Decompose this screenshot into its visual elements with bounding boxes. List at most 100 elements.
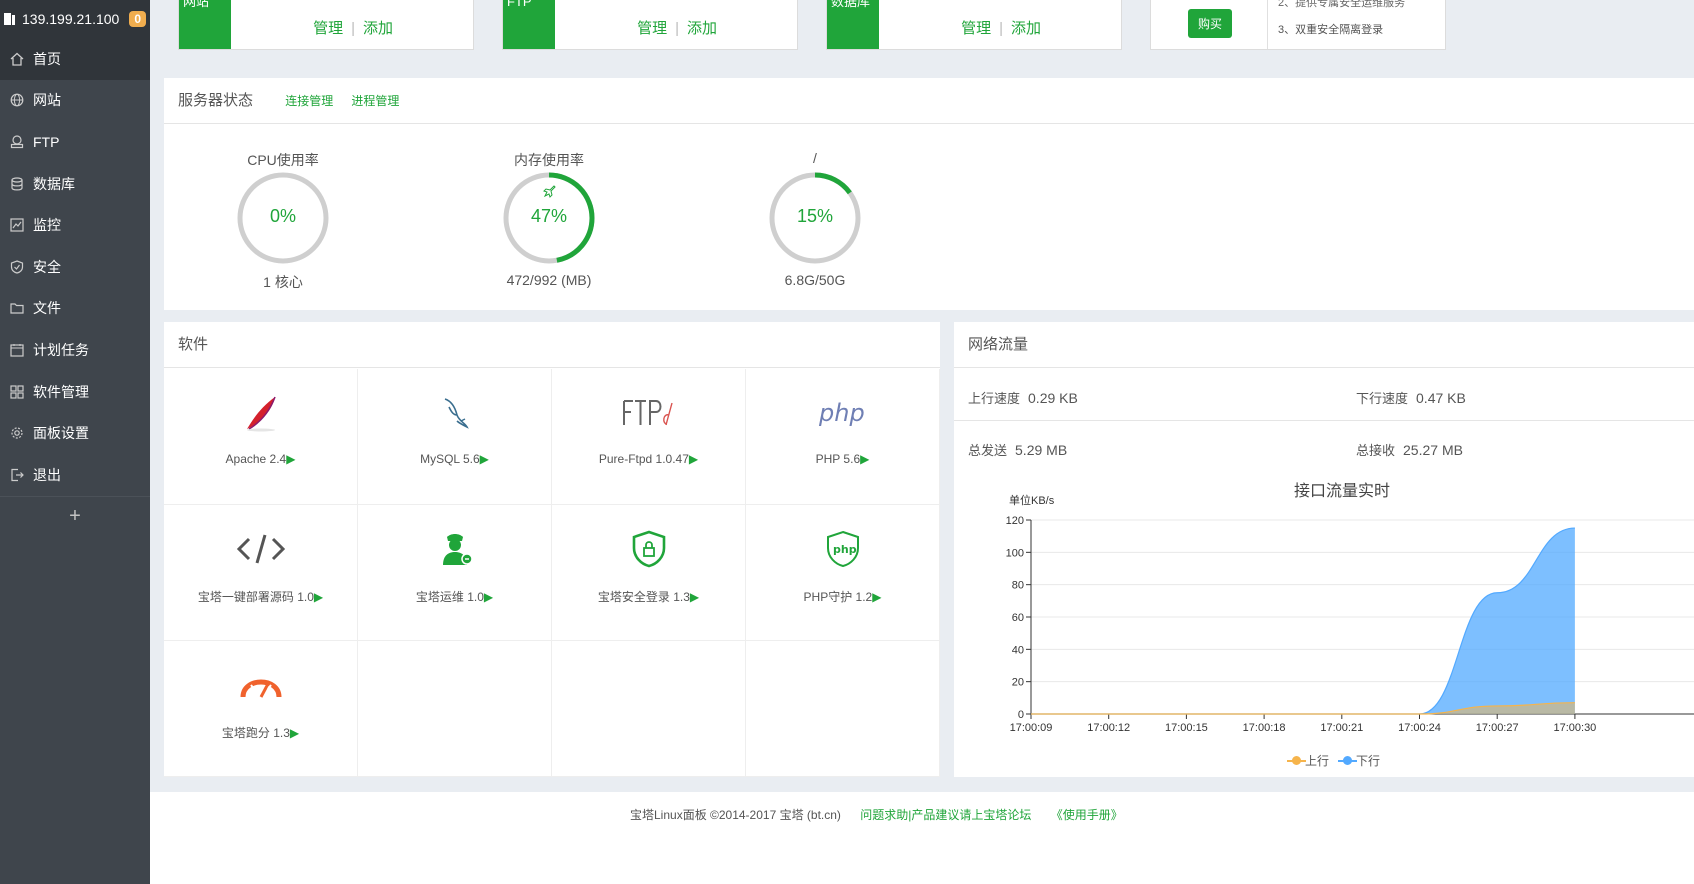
manage-link[interactable]: 管理 — [313, 20, 343, 37]
sidebar-item-files[interactable]: 文件 — [0, 288, 150, 330]
legend-item-down[interactable]: 下行 — [1338, 752, 1380, 769]
globe-icon — [10, 93, 24, 107]
copyright-text: 宝塔Linux面板 ©2014-2017 宝塔 (bt.cn) — [630, 808, 841, 822]
manage-link[interactable]: 管理 — [637, 20, 667, 37]
software-item[interactable]: Pure-Ftpd 1.0.47▶ — [552, 369, 746, 505]
play-arrow-icon: ▶ — [286, 452, 296, 466]
download-speed: 下行速度 0.47 KB — [1356, 388, 1466, 407]
apache-feather-icon — [246, 396, 276, 432]
disk-gauge[interactable]: / 15% 6.8G/50G — [745, 150, 885, 288]
php-logo-icon: php — [818, 399, 865, 427]
rocket-icon[interactable] — [543, 185, 556, 198]
forum-link[interactable]: 问题求助|产品建议请上宝塔论坛 — [860, 808, 1031, 822]
x-tick-label: 17:00:30 — [1553, 722, 1596, 734]
empty-slot — [746, 641, 940, 777]
sidebar-add-button[interactable]: + — [0, 495, 150, 536]
svg-text:php: php — [833, 543, 857, 556]
sidebar-item-software[interactable]: 软件管理 — [0, 371, 150, 413]
add-link[interactable]: 添加 — [363, 20, 393, 37]
software-item[interactable]: php PHP守护 1.2▶ — [746, 505, 940, 641]
software-item[interactable]: Apache 2.4▶ — [164, 369, 358, 505]
calendar-icon — [10, 343, 24, 357]
operator-icon — [442, 534, 473, 565]
software-item[interactable]: 宝塔跑分 1.3▶ — [164, 641, 358, 777]
add-link[interactable]: 添加 — [1011, 20, 1041, 37]
panel-title: 软件 — [164, 322, 940, 368]
divider — [954, 420, 1694, 421]
buy-button[interactable]: 购买 — [1188, 9, 1233, 38]
sidebar-item-label: 文件 — [33, 300, 61, 317]
overview-cards: 网站 管理 | 添加 FTP 管理 | 添加 数据库 管理 | 添加 购买 2、提供专属安全… — [164, 0, 1694, 64]
process-manage-link[interactable]: 进程管理 — [351, 94, 399, 108]
software-item[interactable]: php PHP 5.6▶ — [746, 369, 940, 505]
gauge-value: 15% — [796, 206, 834, 226]
y-tick-label: 20 — [1012, 677, 1024, 689]
sidebar-item-label: 监控 — [33, 217, 61, 234]
sidebar-item-label: 软件管理 — [33, 383, 89, 400]
sidebar-item-logout[interactable]: 退出 — [0, 454, 150, 496]
card-label: FTP — [503, 0, 555, 49]
promo-card: 购买 2、提供专属安全运维服务 3、双重安全隔离登录 — [1150, 0, 1446, 50]
cpu-gauge[interactable]: CPU使用率 0% 1 核心 — [213, 150, 353, 292]
network-panel: 网络流量 上行速度 0.29 KB 下行速度 0.47 KB 总发送 5.29 MB … — [954, 322, 1694, 777]
ftp-icon — [10, 135, 24, 149]
y-tick-label: 60 — [1012, 612, 1024, 624]
panel-header: 服务器状态 连接管理 进程管理 — [164, 78, 1694, 124]
divider — [1267, 0, 1268, 49]
memory-gauge[interactable]: 内存使用率 47% 472/992 (MB) — [479, 150, 619, 288]
y-tick-label: 120 — [1006, 515, 1024, 527]
x-tick-label: 17:00:12 — [1087, 722, 1130, 734]
notification-badge[interactable]: 0 — [129, 11, 147, 27]
grid-icon — [10, 384, 24, 399]
sidebar-item-database[interactable]: 数据库 — [0, 163, 150, 205]
sidebar-item-security[interactable]: 安全 — [0, 246, 150, 288]
gauge-value: 47% — [530, 206, 568, 226]
upload-speed: 上行速度 0.29 KB — [968, 388, 1078, 407]
stat-value: 0.47 KB — [1416, 390, 1466, 406]
traffic-chart: 单位KB/s 0 20 40 60 80 100 120 17:00:09 17:00:12 17:… — [1006, 493, 1694, 734]
software-item[interactable]: MySQL 5.6▶ — [358, 369, 552, 505]
mysql-dolphin-icon — [444, 398, 469, 429]
server-ip: 139.199.21.100 — [22, 11, 120, 27]
sidebar-item-cron[interactable]: 计划任务 — [0, 329, 150, 371]
svg-text:php: php — [818, 399, 865, 427]
manage-link[interactable]: 管理 — [961, 20, 991, 37]
sidebar-item-label: 面板设置 — [33, 425, 89, 442]
server-status-panel: 服务器状态 连接管理 进程管理 CPU使用率 0% 1 核心 内存使用率 47%… — [164, 78, 1694, 310]
home-icon — [10, 52, 24, 66]
sidebar-item-ftp[interactable]: FTP — [0, 121, 150, 163]
software-name: Apache 2.4 — [225, 452, 287, 466]
legend-marker — [1338, 756, 1358, 765]
sidebar-item-home[interactable]: 首页 — [0, 38, 150, 80]
promo-line: 3、双重安全隔离登录 — [1278, 24, 1384, 36]
software-name: PHP守护 1.2 — [803, 590, 873, 604]
y-tick-label: 80 — [1012, 580, 1024, 592]
software-name: MySQL 5.6 — [420, 452, 480, 466]
total-received: 总接收 25.27 MB — [1356, 440, 1463, 459]
play-arrow-icon: ▶ — [689, 590, 700, 604]
overview-card-database: 数据库 管理 | 添加 — [826, 0, 1122, 50]
panel-title: 网络流量 — [954, 322, 1694, 368]
sidebar-item-website[interactable]: 网站 — [0, 80, 150, 122]
stat-value: 5.29 MB — [1015, 442, 1068, 458]
connection-manage-link[interactable]: 连接管理 — [285, 94, 333, 108]
software-item[interactable]: 宝塔安全登录 1.3▶ — [552, 505, 746, 641]
sidebar-item-monitor[interactable]: 监控 — [0, 204, 150, 246]
gauge-subtext: 472/992 (MB) — [506, 272, 592, 288]
card-label: 数据库 — [827, 0, 879, 49]
software-item[interactable]: 宝塔一键部署源码 1.0▶ — [164, 505, 358, 641]
footer: 宝塔Linux面板 ©2014-2017 宝塔 (bt.cn) 问题求助|产品建… — [150, 792, 1694, 884]
legend-item-up[interactable]: 上行 — [1287, 752, 1329, 769]
y-tick-label: 40 — [1012, 644, 1024, 656]
add-link[interactable]: 添加 — [687, 20, 717, 37]
sidebar-item-settings[interactable]: 面板设置 — [0, 412, 150, 454]
server-header: 139.199.21.100 0 — [0, 0, 150, 38]
y-tick-label: 100 — [1006, 547, 1024, 559]
stat-label: 总发送 — [968, 443, 1008, 458]
manual-link[interactable]: 《使用手册》 — [1051, 808, 1123, 822]
software-item[interactable]: 宝塔运维 1.0▶ — [358, 505, 552, 641]
logout-icon — [11, 468, 24, 481]
separator: | — [351, 20, 355, 37]
main-content: 网站 管理 | 添加 FTP 管理 | 添加 数据库 管理 | 添加 购买 2、提供专属安全… — [150, 0, 1694, 884]
play-arrow-icon: ▶ — [688, 452, 699, 466]
